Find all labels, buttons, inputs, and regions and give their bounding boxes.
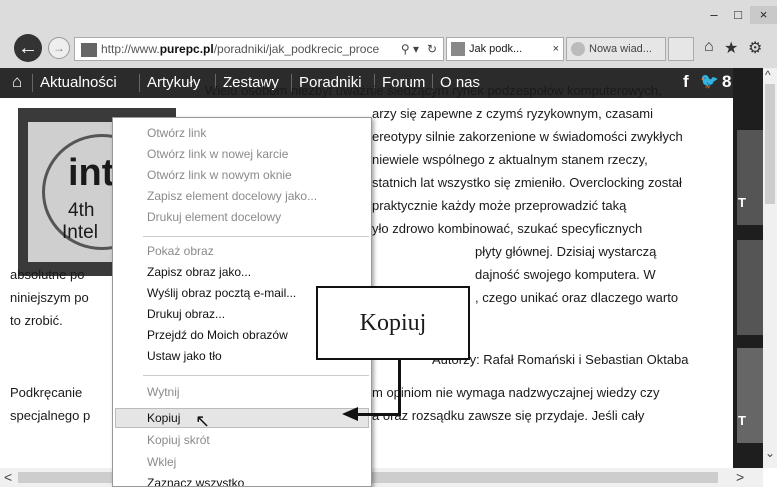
callout-arrow	[356, 413, 401, 416]
article-line: niniejszym po	[10, 290, 89, 305]
article-line: niewiele wspólnego z aktualnym stanem rz…	[372, 152, 648, 167]
scroll-up-icon[interactable]: ^	[765, 68, 771, 82]
menu-item-copy[interactable]: Kopiuj	[147, 411, 180, 425]
menu-separator	[143, 375, 369, 376]
home-icon[interactable]: ⌂	[704, 38, 714, 56]
nav-divider	[32, 74, 33, 92]
mouse-cursor-icon: ↖	[195, 411, 211, 431]
new-tab-button[interactable]	[668, 37, 694, 61]
sidebar-thumbnails	[733, 68, 763, 468]
tab-close-icon[interactable]: ×	[553, 38, 559, 60]
nav-item-artykuly[interactable]: Artykuły	[147, 74, 200, 91]
menu-item-show-image[interactable]: Pokaż obraz	[147, 244, 214, 258]
article-line: , czego unikać oraz dlaczego warto	[475, 290, 679, 305]
article-line: m opiniom nie wymaga nadzwyczajnej wiedz…	[372, 385, 660, 400]
purepc-tab-icon	[451, 42, 465, 56]
image-gen-text: 4th	[68, 200, 95, 221]
menu-item-open-link[interactable]: Otwórz link	[147, 126, 206, 140]
close-window-button[interactable]: ×	[750, 6, 777, 24]
nav-divider	[139, 74, 140, 92]
sidebar-thumbnail[interactable]	[737, 130, 763, 225]
sidebar-letter: T	[738, 195, 746, 210]
article-line: to zrobić.	[10, 313, 63, 328]
article-line: yło zdrowo kombinować, szukać specyficzn…	[372, 221, 643, 236]
sidebar-thumbnail[interactable]	[737, 348, 763, 443]
menu-item-select-all[interactable]: Zaznacz wszystko	[147, 476, 244, 486]
article-line: absolutne po	[10, 267, 85, 282]
scroll-right-icon[interactable]: >	[736, 469, 744, 485]
article-line: a oraz rozsądku zawsze się przydaje. Jeś…	[372, 408, 645, 423]
callout-arrowhead-icon	[342, 407, 358, 421]
article-line: Podkręcanie	[10, 385, 83, 400]
favorites-star-icon[interactable]: ★	[724, 38, 738, 58]
url-prefix: http://www.	[101, 42, 160, 56]
twitter-icon[interactable]: 🐦	[700, 72, 719, 90]
scroll-thumb[interactable]	[765, 84, 775, 204]
image-logo-text: int	[68, 152, 115, 194]
menu-item-open-link-new-tab[interactable]: Otwórz link w nowej karcie	[147, 147, 288, 161]
tab-label: Jak podk...	[469, 43, 523, 55]
forward-button[interactable]: →	[48, 37, 70, 59]
browser-titlebar: – □ × ← → http://www.purepc.pl/poradniki…	[0, 0, 777, 68]
article-line: specjalnego p	[10, 408, 91, 423]
menu-item-set-background[interactable]: Ustaw jako tło	[147, 349, 222, 363]
article-line: statnich lat wszystko się zmieniło. Over…	[372, 175, 682, 190]
scroll-down-icon[interactable]: ⌄	[765, 446, 775, 460]
vertical-scrollbar[interactable]: ^ ⌄	[763, 68, 777, 468]
article-line: płyty głównej. Dzisiaj wystarczą	[475, 244, 657, 259]
menu-item-paste[interactable]: Wklej	[147, 455, 176, 469]
callout-arrow	[398, 360, 401, 415]
sidebar-thumbnail[interactable]	[737, 240, 763, 335]
url-path: /poradniki/jak_podkrecic_proce	[213, 42, 380, 56]
purepc-favicon-icon	[81, 42, 97, 57]
menu-item-email-image[interactable]: Wyślij obraz pocztą e-mail...	[147, 286, 296, 300]
tab-active[interactable]: Jak podk... ×	[446, 37, 564, 61]
article-authors: Autorzy: Rafał Romański i Sebastian Okta…	[432, 352, 689, 367]
address-bar[interactable]: http://www.purepc.pl/poradniki/jak_podkr…	[74, 37, 444, 61]
article-line: dajność swojego komputera. W	[475, 267, 656, 282]
loading-tab-icon	[571, 42, 585, 56]
refresh-icon[interactable]: ↻	[427, 38, 437, 60]
menu-separator	[143, 236, 369, 237]
search-dropdown-icon[interactable]: ⚲ ▾	[401, 38, 419, 60]
sidebar-letter: T	[738, 413, 746, 428]
article-line: praktycznie każdy może przeprowadzić tak…	[372, 198, 627, 213]
callout-label: Kopiuj	[316, 286, 470, 360]
tab-inactive[interactable]: Nowa wiad...	[566, 37, 666, 61]
menu-item-my-pictures[interactable]: Przejdź do Moich obrazów	[147, 328, 288, 342]
scroll-left-icon[interactable]: <	[4, 469, 12, 485]
menu-item-cut[interactable]: Wytnij	[147, 385, 180, 399]
back-button[interactable]: ←	[14, 34, 42, 62]
menu-item-copy-shortcut[interactable]: Kopiuj skrót	[147, 433, 210, 447]
article-line: Wielu osobom niezbyt uważnie śledzącym r…	[205, 83, 662, 98]
maximize-button[interactable]: □	[726, 6, 750, 24]
nav-item-aktualnosci[interactable]: Aktualności	[40, 74, 117, 91]
minimize-button[interactable]: –	[702, 6, 726, 24]
image-brand-text: Intel	[62, 222, 98, 243]
settings-gear-icon[interactable]: ⚙	[748, 38, 762, 58]
article-line: ereotypy silnie zakorzenione w świadomoś…	[372, 129, 683, 144]
menu-item-save-image[interactable]: Zapisz obraz jako...	[147, 265, 251, 279]
menu-item-print-image[interactable]: Drukuj obraz...	[147, 307, 225, 321]
tab-label: Nowa wiad...	[589, 43, 652, 55]
article-line: arzy się zapewne z czymś ryzykownym, cza…	[372, 106, 654, 121]
menu-item-print-target[interactable]: Drukuj element docelowy	[147, 210, 281, 224]
url-domain: purepc.pl	[159, 42, 214, 56]
menu-item-open-link-new-window[interactable]: Otwórz link w nowym oknie	[147, 168, 292, 182]
google-plus-icon[interactable]: 8	[722, 72, 731, 92]
facebook-icon[interactable]: f	[683, 72, 689, 92]
menu-item-save-target[interactable]: Zapisz element docelowy jako...	[147, 189, 317, 203]
home-icon[interactable]: ⌂	[12, 72, 22, 92]
